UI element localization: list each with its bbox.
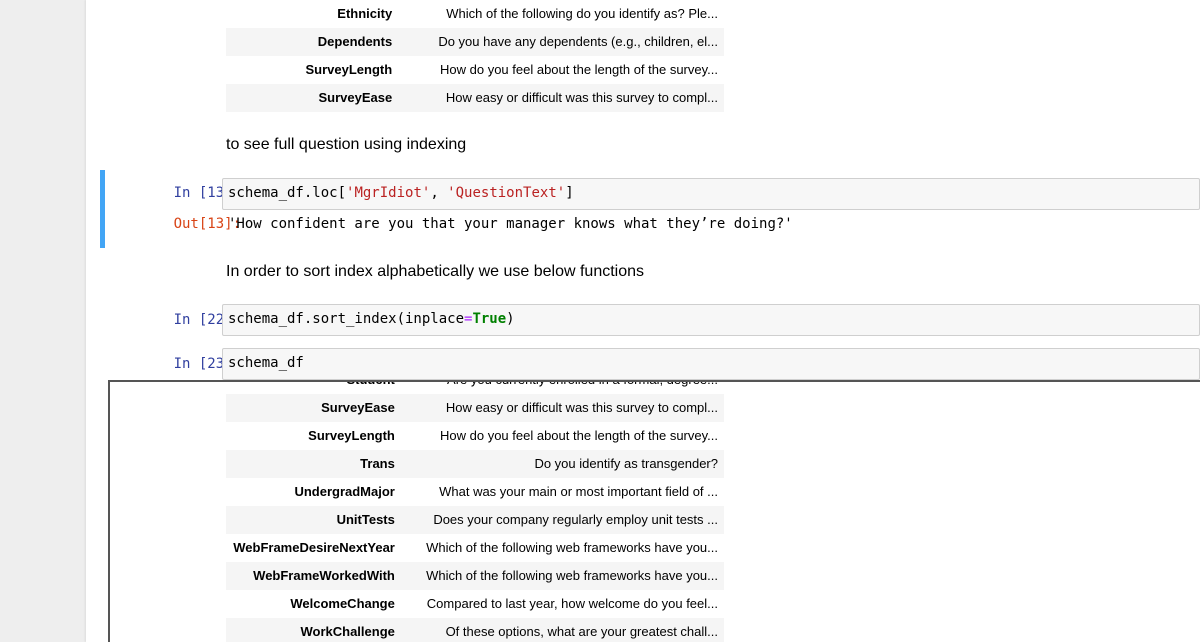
row-index: UndergradMajor — [294, 484, 395, 499]
dataframe-output-top: Ethnicity Which of the following do you i… — [226, 0, 724, 112]
markdown-text-sort: In order to sort index alphabetically we… — [226, 263, 645, 280]
row-index: SurveyLength — [308, 428, 395, 443]
row-value: What was your main or most important fie… — [439, 484, 718, 499]
code-text: schema_df.loc['MgrIdiot', 'QuestionText'… — [228, 185, 574, 201]
row-value: Which of the following web frameworks ha… — [426, 540, 718, 555]
row-index: SurveyEase — [226, 84, 393, 112]
table-row: WorkChallenge Of these options, what are … — [226, 618, 724, 642]
row-index: Dependents — [226, 28, 393, 56]
row-value: How easy or difficult was this survey to… — [392, 84, 724, 112]
code-text: schema_df.sort_index(inplace=True) — [228, 311, 515, 327]
table-row: WelcomeChange Compared to last year, how … — [226, 590, 724, 618]
code-cell-23[interactable]: In [23]: schema_df — [100, 347, 1200, 381]
scrollable-output-area[interactable]: StudentAre you currently enrolled in a f… — [108, 380, 1200, 642]
output-text: 'How confident are you that your manager… — [228, 216, 793, 232]
row-value: Of these options, what are your greatest… — [394, 618, 724, 642]
row-value: Compared to last year, how welcome do yo… — [426, 596, 718, 611]
notebook-container: Ethnicity Which of the following do you i… — [86, 0, 1200, 642]
code-cell-13[interactable]: In [13]: schema_df.loc['MgrIdiot', 'Ques… — [100, 170, 1200, 248]
table-row: Trans Do you identify as transgender? — [226, 450, 724, 478]
row-value: How easy or difficult was this survey to… — [394, 394, 724, 422]
row-index: SurveyEase — [226, 394, 395, 422]
row-value: How do you feel about the length of the … — [440, 62, 718, 77]
row-index: Student — [226, 382, 394, 394]
row-index: WebFrameWorkedWith — [226, 562, 395, 590]
row-index: Ethnicity — [337, 6, 393, 21]
output-prompt: Out[13]: — [173, 216, 241, 232]
row-value: Which of the following web frameworks ha… — [394, 562, 724, 590]
markdown-text: to see full question using indexing — [226, 136, 467, 153]
row-index: Trans — [226, 450, 395, 478]
table-row: SurveyLength How do you feel about the le… — [226, 422, 724, 450]
code-cell-22[interactable]: In [22]: schema_df.sort_index(inplace=Tr… — [100, 303, 1200, 339]
table-row: SurveyEase How easy or difficult was this… — [226, 394, 724, 422]
code-input[interactable]: schema_df — [222, 348, 1200, 380]
table-row: Ethnicity Which of the following do you i… — [226, 0, 724, 28]
code-input[interactable]: schema_df.loc['MgrIdiot', 'QuestionText'… — [222, 178, 1200, 210]
row-index: WelcomeChange — [290, 596, 395, 611]
table-row-partial: StudentAre you currently enrolled in a f… — [226, 382, 724, 394]
row-value: Does your company regularly employ unit … — [394, 506, 724, 534]
table-row: SurveyLength How do you feel about the le… — [226, 56, 724, 84]
table-row: WebFrameWorkedWith Which of the following… — [226, 562, 724, 590]
row-index: SurveyLength — [305, 62, 393, 77]
row-index: WebFrameDesireNextYear — [233, 540, 395, 555]
table-row: UnitTests Does your company regularly emp… — [226, 506, 724, 534]
row-value: Do you have any dependents (e.g., childr… — [392, 28, 724, 56]
table-row: SurveyEase How easy or difficult was this… — [226, 84, 724, 112]
row-value: How do you feel about the length of the … — [440, 428, 718, 443]
row-index: UnitTests — [226, 506, 395, 534]
row-index: WorkChallenge — [226, 618, 395, 642]
table-row: UndergradMajor What was your main or most… — [226, 478, 724, 506]
table-row: Dependents Do you have any dependents (e.… — [226, 28, 724, 56]
table-row: WebFrameDesireNextYear Which of the follo… — [226, 534, 724, 562]
dataframe-output-bottom: StudentAre you currently enrolled in a f… — [226, 382, 724, 642]
code-text: schema_df — [228, 355, 304, 371]
row-value: Which of the following do you identify a… — [446, 6, 718, 21]
row-value: Are you currently enrolled in a formal, … — [395, 382, 724, 394]
code-input[interactable]: schema_df.sort_index(inplace=True) — [222, 304, 1200, 336]
row-value: Do you identify as transgender? — [394, 450, 724, 478]
